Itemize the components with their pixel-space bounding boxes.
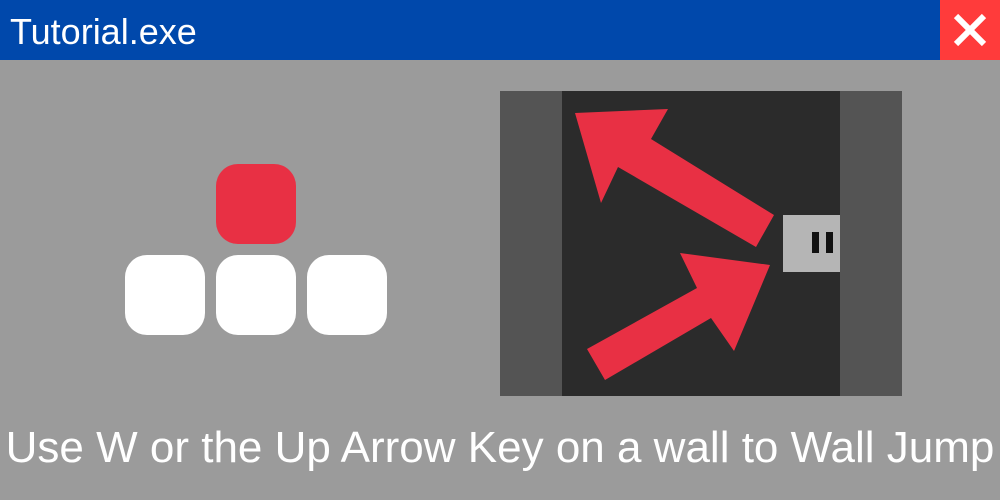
left-key-icon (125, 255, 205, 335)
left-wall (500, 91, 562, 396)
close-button[interactable] (940, 0, 1000, 60)
player-eye (812, 232, 819, 253)
window-title: Tutorial.exe (10, 11, 197, 52)
right-key-icon (307, 255, 387, 335)
title-bar: Tutorial.exe (0, 0, 1000, 60)
down-key-icon (216, 255, 296, 335)
player-eye (826, 232, 833, 253)
right-wall (840, 91, 902, 396)
tutorial-caption: Use W or the Up Arrow Key on a wall to W… (5, 423, 995, 472)
up-key-icon (216, 164, 296, 244)
close-icon (953, 13, 987, 47)
wall-jump-illustration (500, 91, 902, 396)
